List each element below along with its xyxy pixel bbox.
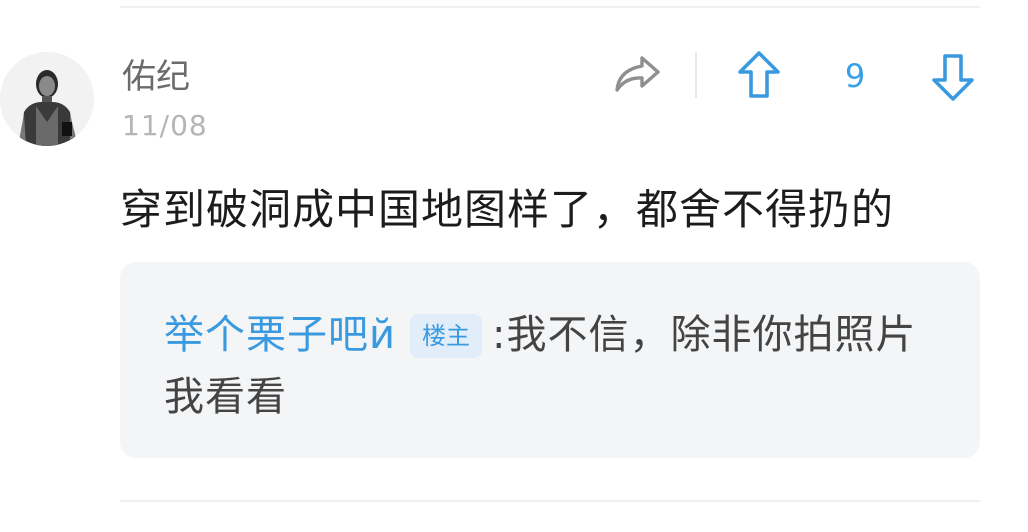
avatar[interactable] [0, 52, 94, 146]
action-separator [695, 52, 697, 98]
arrow-up-icon[interactable] [736, 50, 782, 102]
op-badge: 楼主 [410, 314, 482, 358]
share-arrow-icon[interactable] [612, 52, 662, 98]
top-divider [120, 6, 980, 8]
comment-author-name[interactable]: 佑纪 [122, 56, 190, 98]
bottom-divider [120, 500, 980, 502]
reply-content: 举个栗子吧й 楼主:我不信，除非你拍照片我看看 [164, 304, 940, 428]
comment-page: 佑纪 11/08 9 穿到破洞成中国地图样了，都舍不得扔的 举个栗子吧й 楼主:我… [0, 0, 1028, 532]
vote-count: 9 [844, 57, 866, 95]
reply-separator: : [492, 312, 507, 358]
comment-body: 穿到破洞成中国地图样了，都舍不得扔的 [120, 185, 895, 234]
reply-quote-box[interactable]: 举个栗子吧й 楼主:我不信，除非你拍照片我看看 [120, 262, 980, 458]
arrow-down-icon[interactable] [930, 50, 976, 102]
comment-date: 11/08 [122, 109, 208, 142]
reply-author-name[interactable]: 举个栗子吧й [164, 312, 396, 358]
avatar-image [0, 52, 94, 146]
comment-action-bar: 9 [600, 50, 1000, 102]
